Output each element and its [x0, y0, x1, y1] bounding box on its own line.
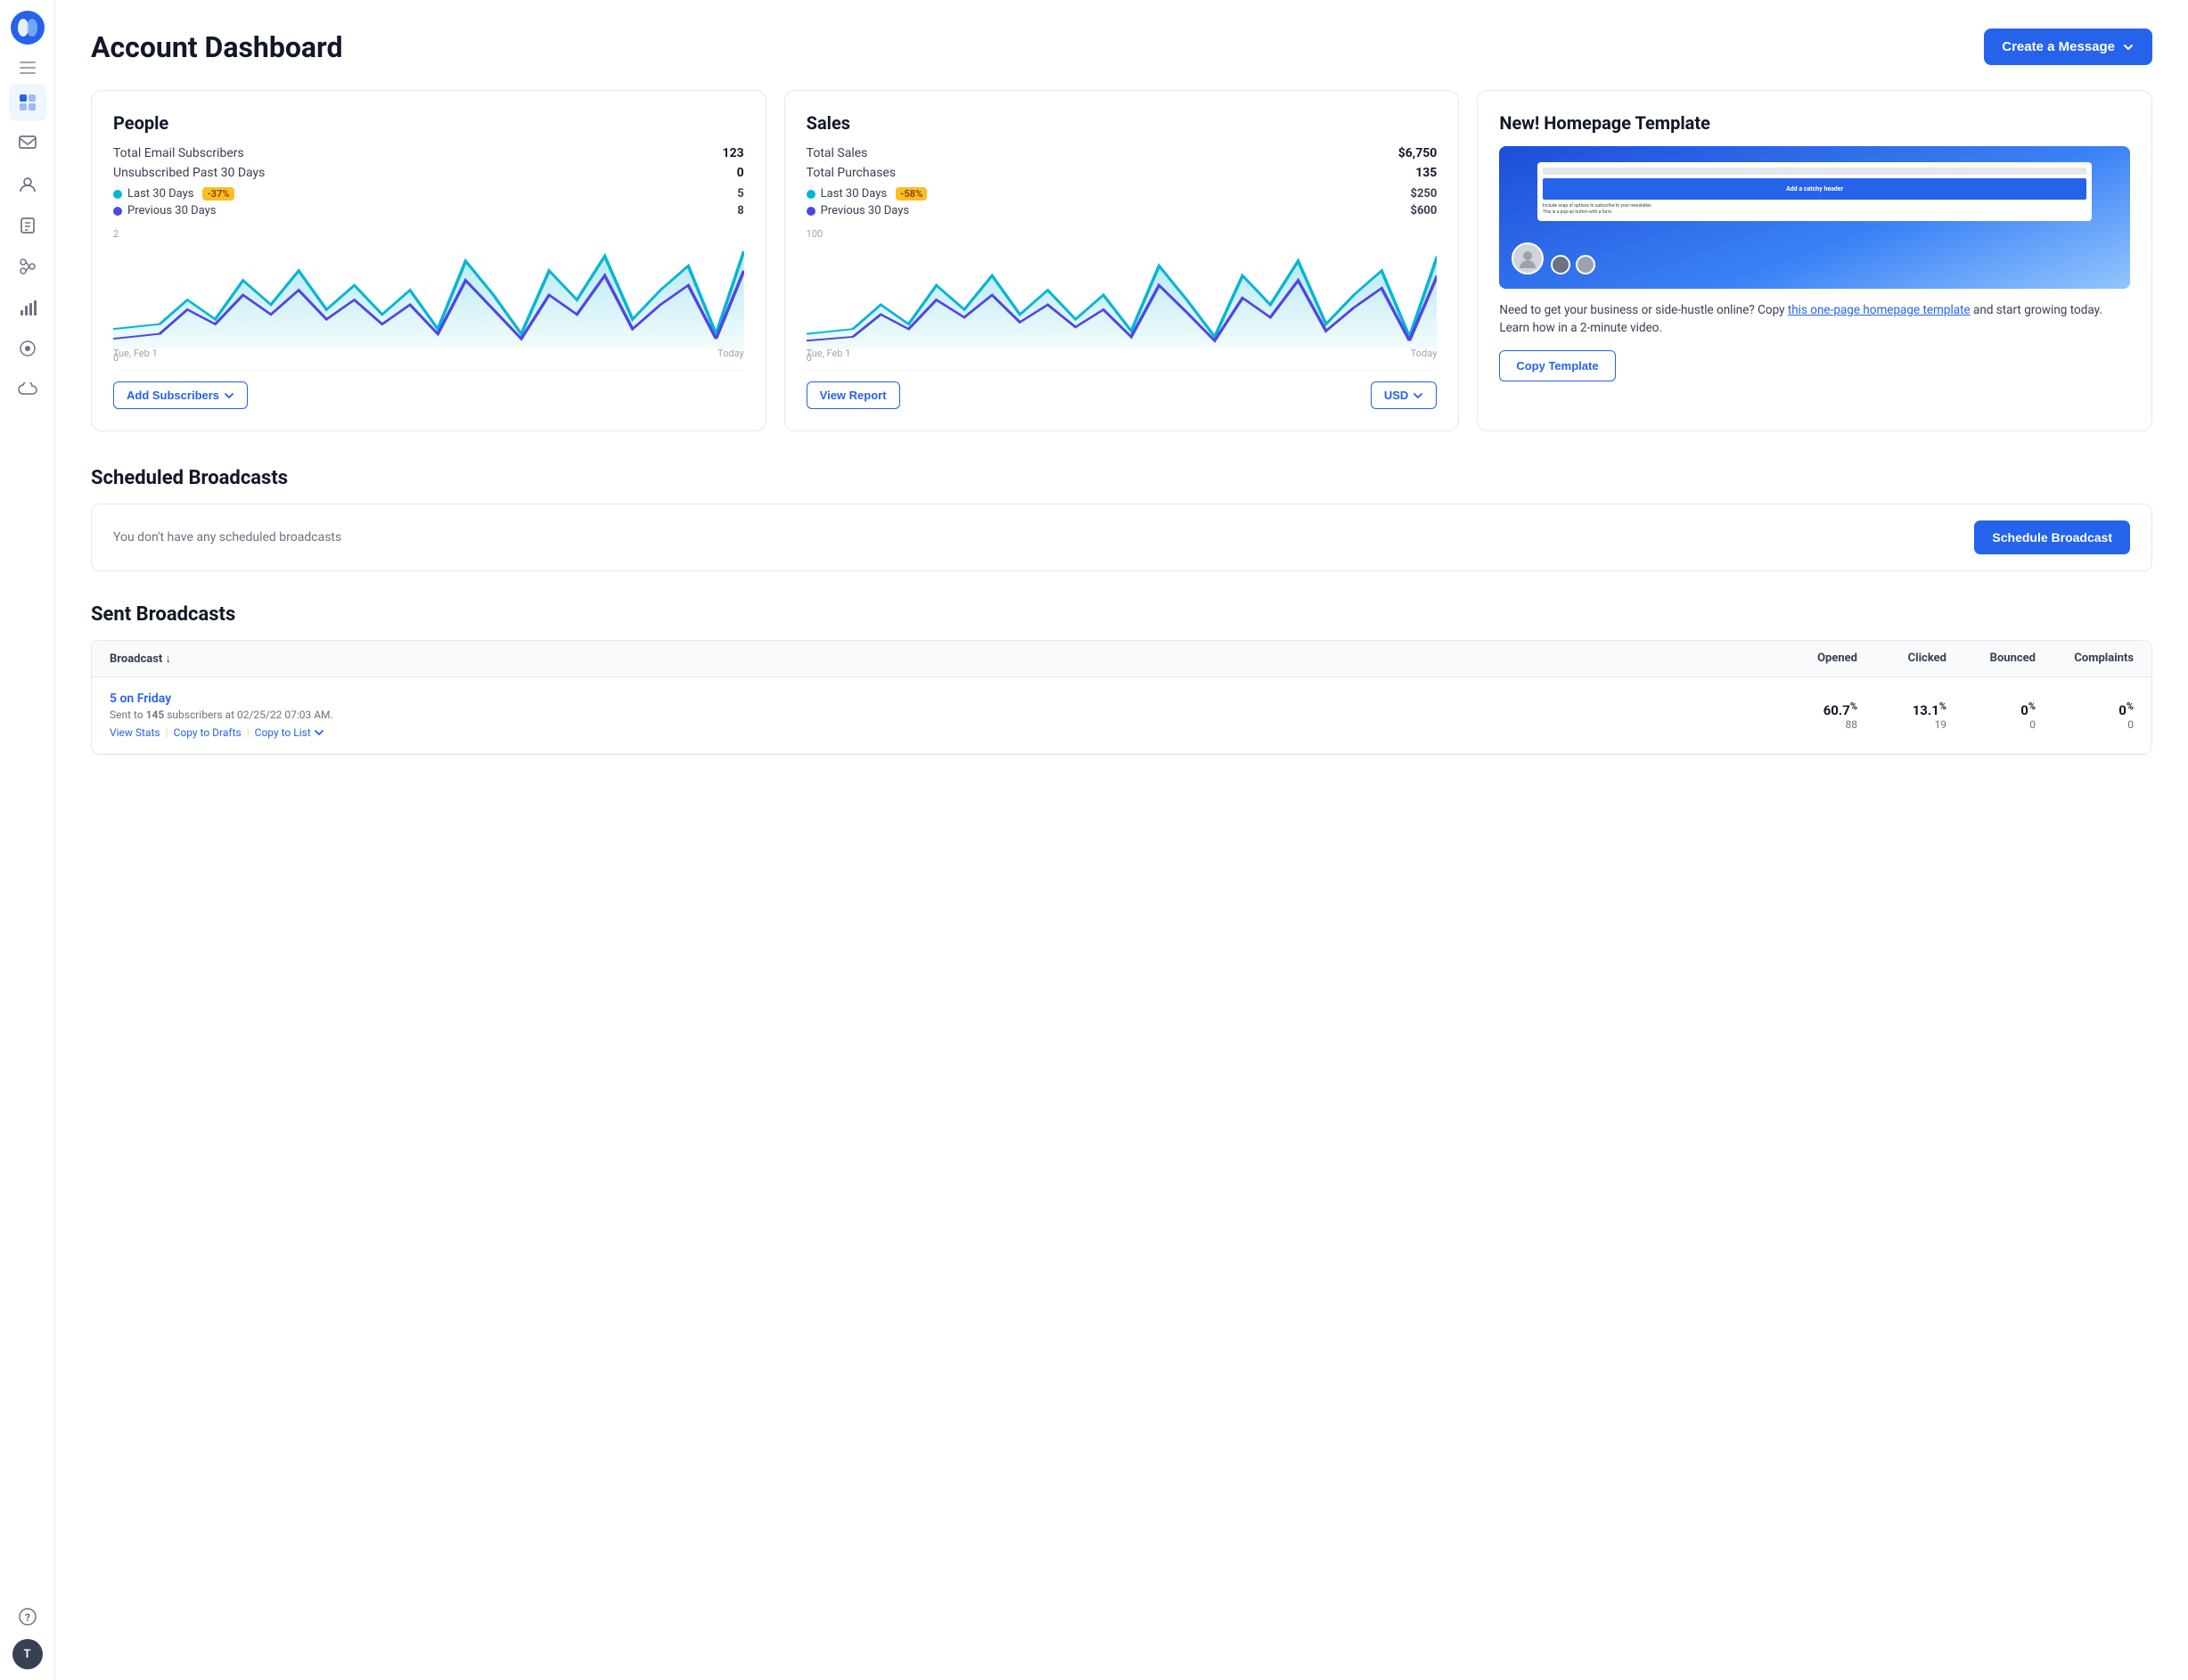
create-message-button[interactable]: Create a Message — [1984, 29, 2152, 65]
people-chart-svg — [113, 242, 744, 348]
broadcast-name[interactable]: 5 on Friday — [110, 692, 1768, 706]
svg-text:?: ? — [25, 1611, 30, 1624]
app-logo[interactable] — [11, 11, 45, 45]
copy-template-button[interactable]: Copy Template — [1499, 350, 1615, 381]
sidebar-item-dashboard[interactable] — [9, 84, 46, 121]
bounced-stat: 0% 0 — [1946, 692, 2036, 739]
sales-card: Sales Total Sales $6,750 Total Purchases… — [784, 90, 1460, 431]
sales-stat-purchases: Total Purchases 135 — [807, 166, 1438, 180]
template-card-title: New! Homepage Template — [1499, 112, 2130, 134]
col-complaints: Complaints — [2036, 652, 2134, 666]
cards-row: People Total Email Subscribers 123 Unsub… — [91, 90, 2152, 431]
table-row: 5 on Friday Sent to 145 subscribers at 0… — [92, 677, 2151, 754]
sidebar-item-reports[interactable] — [9, 289, 46, 326]
sales-chart-svg — [807, 242, 1438, 348]
complaints-stat: 0% 0 — [2036, 692, 2134, 739]
main-content: Account Dashboard Create a Message Peopl… — [55, 0, 2188, 1680]
sidebar-item-audience[interactable] — [9, 166, 46, 203]
sidebar-item-automations[interactable] — [9, 248, 46, 285]
people-card: People Total Email Subscribers 123 Unsub… — [91, 90, 766, 431]
sales-legend-last30: Last 30 Days -58% $250 — [807, 187, 1438, 201]
copy-to-list-chevron — [314, 727, 324, 738]
sales-card-footer: View Report USD — [807, 370, 1438, 409]
sent-broadcasts-title: Sent Broadcasts — [91, 603, 2152, 626]
page-title: Account Dashboard — [91, 30, 342, 64]
sales-card-title: Sales — [807, 112, 1438, 134]
sidebar-item-help[interactable]: ? — [9, 1598, 46, 1635]
people-stat-subscribers: Total Email Subscribers 123 — [113, 146, 744, 160]
people-card-title: People — [113, 112, 744, 134]
opened-stat: 60.7% 88 — [1768, 692, 1857, 739]
scheduled-broadcasts-box: You don't have any scheduled broadcasts … — [91, 504, 2152, 571]
broadcast-row-actions: View Stats | Copy to Drafts | Copy to Li… — [110, 726, 1768, 739]
user-avatar[interactable]: T — [12, 1639, 43, 1669]
people-stat-unsubscribed: Unsubscribed Past 30 Days 0 — [113, 166, 744, 180]
people-card-footer: Add Subscribers — [113, 370, 744, 409]
people-legend-last30: Last 30 Days -37% 5 — [113, 187, 744, 201]
sales-legend-prev30: Previous 30 Days $600 — [807, 204, 1438, 217]
schedule-broadcast-button[interactable]: Schedule Broadcast — [1974, 520, 2130, 554]
view-report-button[interactable]: View Report — [807, 381, 900, 409]
template-description: Need to get your business or side-hustle… — [1499, 301, 2130, 338]
purple-dot — [113, 207, 122, 216]
sidebar-item-integrations[interactable] — [9, 330, 46, 367]
sales-stat-total: Total Sales $6,750 — [807, 146, 1438, 160]
copy-to-list-link[interactable]: Copy to List — [255, 726, 311, 739]
clicked-stat: 13.1% 19 — [1857, 692, 1946, 739]
col-clicked: Clicked — [1857, 652, 1946, 666]
sidebar: ? T — [0, 0, 55, 1680]
template-card: New! Homepage Template Add a catchy head… — [1477, 90, 2152, 431]
people-chart: 2 0 — [113, 228, 744, 344]
scheduled-broadcasts-title: Scheduled Broadcasts — [91, 467, 2152, 489]
add-subscribers-button[interactable]: Add Subscribers — [113, 381, 248, 409]
sales-chart: 100 0 — [807, 228, 1438, 344]
sent-broadcasts-table: Broadcast ↓ Opened Clicked Bounced Compl… — [91, 640, 2152, 755]
table-header-row: Broadcast ↓ Opened Clicked Bounced Compl… — [92, 641, 2151, 677]
template-link[interactable]: this one-page homepage template — [1788, 303, 1971, 317]
scheduled-empty-message: You don't have any scheduled broadcasts — [113, 530, 341, 545]
copy-to-drafts-link[interactable]: Copy to Drafts — [174, 726, 242, 739]
col-broadcast: Broadcast ↓ — [110, 652, 1768, 666]
teal-dot — [113, 190, 122, 199]
sidebar-item-cloud[interactable] — [9, 371, 46, 408]
currency-selector[interactable]: USD — [1371, 381, 1437, 409]
sidebar-item-forms[interactable] — [9, 207, 46, 244]
people-legend-prev30: Previous 30 Days 8 — [113, 204, 744, 217]
col-bounced: Bounced — [1946, 652, 2036, 666]
people-badge-last30: -37% — [202, 187, 234, 201]
sales-badge-last30: -58% — [896, 187, 927, 201]
page-header: Account Dashboard Create a Message — [91, 29, 2152, 65]
sales-purple-dot — [807, 207, 815, 216]
sidebar-item-messages[interactable] — [9, 125, 46, 162]
col-opened: Opened — [1768, 652, 1857, 666]
sales-teal-dot — [807, 190, 815, 199]
sidebar-collapse-toggle[interactable] — [15, 55, 40, 80]
broadcast-info: 5 on Friday Sent to 145 subscribers at 0… — [110, 692, 1768, 739]
view-stats-link[interactable]: View Stats — [110, 726, 160, 739]
broadcast-sent-info: Sent to 145 subscribers at 02/25/22 07:0… — [110, 709, 1768, 721]
template-preview-image: Add a catchy header Include snap of opti… — [1499, 146, 2130, 289]
